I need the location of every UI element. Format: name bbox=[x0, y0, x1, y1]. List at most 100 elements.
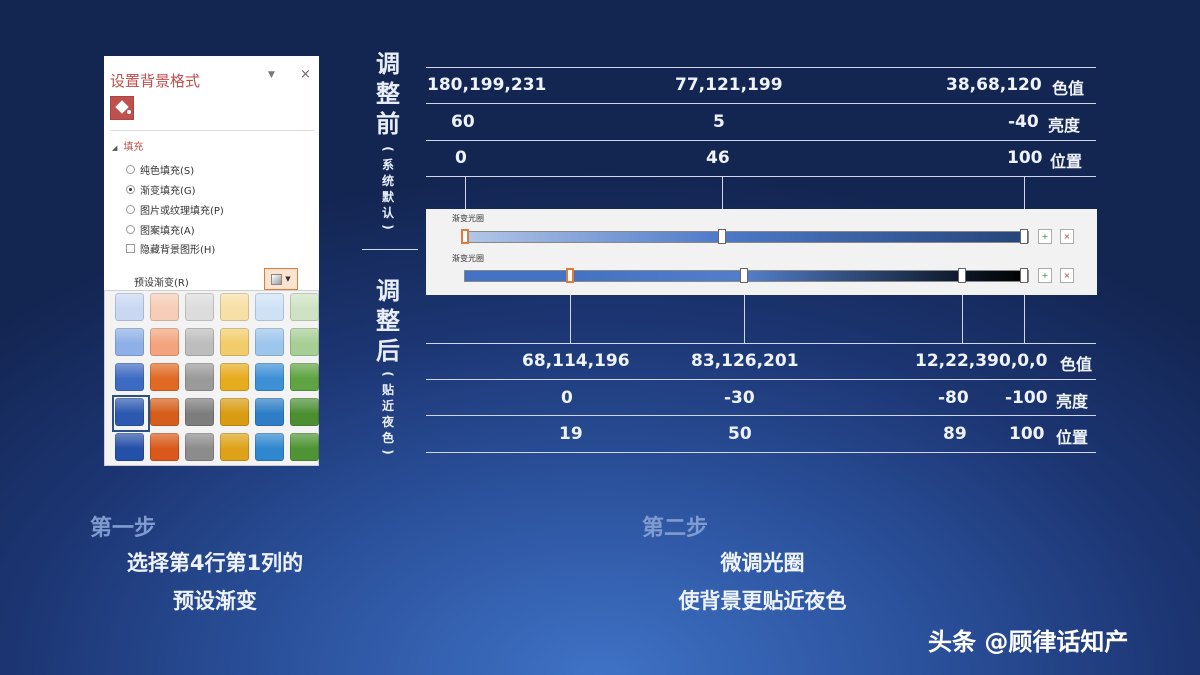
preset-gradient-swatch[interactable] bbox=[150, 363, 179, 391]
close-icon[interactable]: × bbox=[300, 67, 311, 82]
preset-gradient-swatch[interactable] bbox=[255, 328, 284, 356]
after-sublabel: ( 贴 近 夜 色 ) bbox=[381, 371, 395, 455]
tick bbox=[465, 176, 466, 210]
paint-bucket-icon bbox=[115, 100, 131, 114]
after-pos-4: 100 bbox=[1009, 424, 1045, 444]
preset-gradient-swatch[interactable] bbox=[220, 363, 249, 391]
preset-gradient-swatch[interactable] bbox=[220, 398, 249, 426]
preset-gradient-swatch[interactable] bbox=[255, 433, 284, 461]
gradient-stop[interactable] bbox=[718, 229, 726, 244]
before-sublabel: ( 系 统 默 认 ) bbox=[381, 146, 395, 230]
preset-gradient-swatch[interactable] bbox=[185, 328, 214, 356]
preset-gradient-swatch[interactable] bbox=[290, 433, 319, 461]
gradient-stops-label: 渐变光圈 bbox=[452, 214, 484, 223]
gradient-stop[interactable] bbox=[1020, 229, 1028, 244]
preset-gradient-swatch[interactable] bbox=[150, 293, 179, 321]
fill-section-header[interactable]: ◢ 填充 bbox=[112, 138, 143, 153]
preset-gradient-swatch[interactable] bbox=[150, 433, 179, 461]
preset-gradient-swatch[interactable] bbox=[255, 398, 284, 426]
remove-stop-icon[interactable]: × bbox=[1060, 268, 1074, 283]
radio-gradient-fill[interactable]: 渐变填充(G) bbox=[126, 182, 196, 197]
before-unit-position: 位置 bbox=[1050, 152, 1083, 171]
radio-picture-fill[interactable]: 图片或纹理填充(P) bbox=[126, 202, 224, 217]
gradient-stop[interactable] bbox=[958, 268, 966, 283]
add-stop-icon[interactable]: + bbox=[1038, 268, 1052, 283]
after-color-1: 68,114,196 bbox=[522, 351, 630, 371]
preset-gradient-swatch[interactable] bbox=[220, 433, 249, 461]
after-unit-position: 位置 bbox=[1056, 428, 1089, 447]
preset-gradient-swatch[interactable] bbox=[185, 363, 214, 391]
before-line-2 bbox=[426, 140, 1096, 141]
before-pos-2: 46 bbox=[706, 148, 730, 168]
step1-line2: 预设渐变 bbox=[173, 589, 257, 613]
before-color-2: 77,121,199 bbox=[675, 75, 783, 95]
preset-gradient-dropdown[interactable]: ▼ bbox=[264, 268, 298, 290]
preset-gradient-gallery bbox=[104, 290, 319, 466]
before-line-top bbox=[426, 67, 1096, 68]
tick bbox=[722, 176, 723, 210]
gradient-bar-before bbox=[464, 231, 1029, 243]
watermark: 头条 @顾律话知产 bbox=[928, 628, 1129, 656]
after-bright-4: -100 bbox=[1005, 388, 1048, 408]
preset-gradient-swatch[interactable] bbox=[115, 433, 144, 461]
preset-gradient-swatch[interactable] bbox=[185, 398, 214, 426]
after-line-top bbox=[426, 343, 1096, 344]
preset-gradient-swatch[interactable] bbox=[220, 293, 249, 321]
preset-gradient-swatch[interactable] bbox=[185, 433, 214, 461]
after-pos-2: 50 bbox=[728, 424, 752, 444]
before-color-3: 38,68,120 bbox=[946, 75, 1042, 95]
before-bright-1: 60 bbox=[451, 112, 475, 132]
hide-background-checkbox[interactable]: 隐藏背景图形(H) bbox=[126, 241, 215, 256]
after-unit-brightness: 亮度 bbox=[1056, 392, 1089, 411]
add-stop-icon[interactable]: + bbox=[1038, 229, 1052, 244]
tick bbox=[1024, 176, 1025, 210]
preset-gradient-swatch[interactable] bbox=[150, 398, 179, 426]
remove-stop-icon[interactable]: × bbox=[1060, 229, 1074, 244]
step2-line1: 微调光圈 bbox=[720, 551, 805, 575]
after-line-1 bbox=[426, 379, 1096, 380]
tick bbox=[1024, 295, 1025, 343]
preset-gradient-swatch[interactable] bbox=[150, 328, 179, 356]
preset-gradient-swatch[interactable] bbox=[290, 363, 319, 391]
preset-gradient-swatch[interactable] bbox=[220, 328, 249, 356]
before-bright-2: 5 bbox=[713, 112, 725, 132]
pane-options-icon[interactable]: ▼ bbox=[268, 70, 275, 80]
before-unit-brightness: 亮度 bbox=[1048, 116, 1081, 135]
preset-gradient-swatch[interactable] bbox=[185, 293, 214, 321]
after-color-4: 0,0,0 bbox=[999, 351, 1048, 371]
gradient-stops-label: 渐变光圈 bbox=[452, 254, 484, 263]
after-line-2 bbox=[426, 415, 1096, 416]
after-label: 调整后 bbox=[376, 277, 400, 365]
preset-gradient-swatch[interactable] bbox=[115, 293, 144, 321]
preset-gradient-swatch[interactable] bbox=[290, 328, 319, 356]
divider bbox=[110, 130, 314, 131]
pane-title: 设置背景格式 bbox=[110, 72, 201, 90]
radio-pattern-fill[interactable]: 图案填充(A) bbox=[126, 222, 195, 237]
before-label: 调整前 bbox=[376, 50, 400, 138]
gradient-stop[interactable] bbox=[1020, 268, 1028, 283]
gradient-stop[interactable] bbox=[566, 268, 574, 283]
radio-solid-fill[interactable]: 纯色填充(S) bbox=[126, 162, 194, 177]
after-unit-color: 色值 bbox=[1060, 355, 1093, 374]
preset-gradient-swatch[interactable] bbox=[115, 363, 144, 391]
after-bright-1: 0 bbox=[561, 388, 573, 408]
after-pos-3: 89 bbox=[943, 424, 967, 444]
after-pos-1: 19 bbox=[559, 424, 583, 444]
preset-gradient-swatch[interactable] bbox=[290, 293, 319, 321]
chevron-down-icon: ▼ bbox=[285, 275, 291, 283]
step1-line1: 选择第4行第1列的 bbox=[126, 551, 304, 575]
step2-title: 第二步 bbox=[642, 516, 709, 541]
gradient-stop[interactable] bbox=[461, 229, 469, 244]
preset-gradient-swatch[interactable] bbox=[115, 328, 144, 356]
gradient-swatch-icon bbox=[271, 273, 283, 285]
gradient-stop[interactable] bbox=[740, 268, 748, 283]
fill-tab-button[interactable] bbox=[110, 96, 134, 120]
preset-gradient-swatch[interactable] bbox=[255, 363, 284, 391]
preset-gradient-swatch[interactable] bbox=[255, 293, 284, 321]
preset-gradient-swatch[interactable] bbox=[115, 398, 144, 426]
preset-gradient-swatch[interactable] bbox=[290, 398, 319, 426]
before-pos-1: 0 bbox=[455, 148, 467, 168]
collapse-triangle-icon: ◢ bbox=[112, 144, 118, 152]
after-color-2: 83,126,201 bbox=[691, 351, 799, 371]
section-divider bbox=[362, 249, 418, 250]
